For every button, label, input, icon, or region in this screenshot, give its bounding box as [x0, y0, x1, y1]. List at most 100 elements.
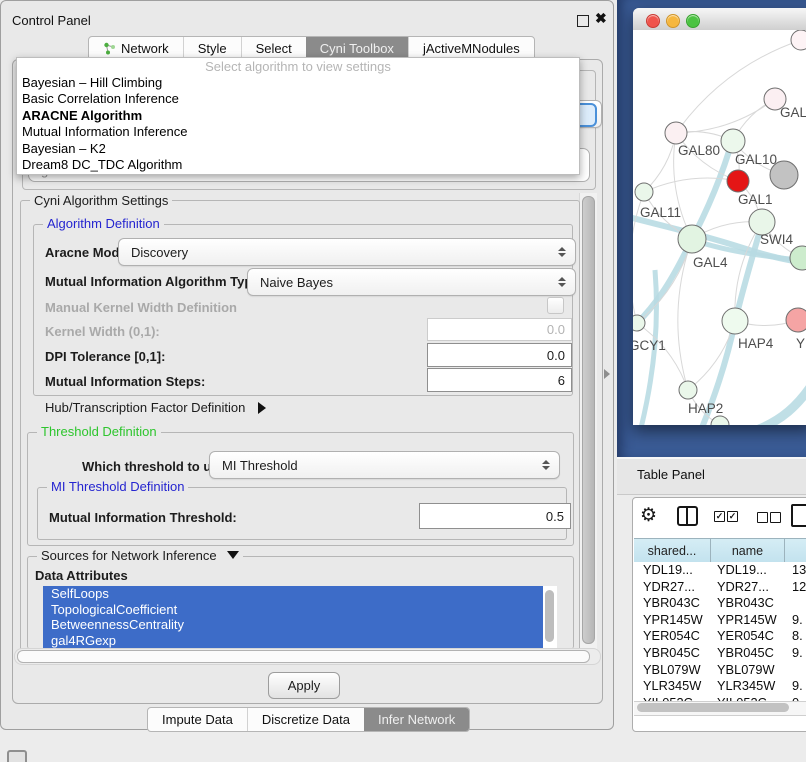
network-node-left-green[interactable]: [633, 315, 645, 331]
network-node-right-green[interactable]: [790, 246, 806, 270]
splitpane-grip-icon[interactable]: [604, 369, 610, 379]
network-node-red-node[interactable]: [727, 170, 749, 192]
mi-algorithm-combo[interactable]: Naive Bayes: [247, 268, 576, 296]
table-row[interactable]: YPR145WYPR145W9.: [634, 612, 806, 629]
tab-impute-data[interactable]: Impute Data: [148, 708, 247, 731]
node-label: HAP2: [688, 401, 723, 416]
attribute-list-item[interactable]: BetweennessCentrality: [43, 617, 543, 633]
tab-discretize-data[interactable]: Discretize Data: [247, 708, 364, 731]
table-row[interactable]: YBL079WYBL079W: [634, 662, 806, 679]
network-node-hap4[interactable]: [722, 308, 748, 334]
network-node-bottom-green[interactable]: [711, 416, 729, 425]
unchecked-checkbox-icon[interactable]: [757, 512, 768, 523]
aracne-mode-combo[interactable]: Discovery: [118, 238, 576, 266]
attribute-list-item[interactable]: SelfLoops: [43, 586, 543, 602]
algorithm-option[interactable]: Dream8 DC_TDC Algorithm: [17, 157, 579, 173]
network-node-gal4[interactable]: [678, 225, 706, 253]
table-cell: 9.: [785, 612, 806, 629]
collapse-arrow-icon[interactable]: [227, 551, 239, 559]
network-svg: GALGAL80GAL10GAL1GAL11SWI4GAL4GCY1HAP4YH…: [633, 30, 806, 425]
columns-icon[interactable]: [677, 506, 698, 526]
network-edge[interactable]: [676, 99, 775, 133]
algorithm-definition-title: Algorithm Definition: [43, 217, 164, 231]
screen: Control Panel ✖ NetworkStyleSelectCyni T…: [0, 0, 806, 762]
network-edge[interactable]: [644, 178, 738, 192]
table-cell: YER054C: [634, 628, 711, 645]
table-cell: [785, 595, 806, 612]
mi-threshold-field[interactable]: 0.5: [419, 503, 571, 529]
network-node-hap2[interactable]: [679, 381, 697, 399]
settings-vscrollbar-thumb[interactable]: [582, 196, 595, 644]
dpi-tolerance-field[interactable]: 0.0: [427, 343, 572, 367]
table-hscrollbar-thumb[interactable]: [637, 703, 789, 712]
tab-infer-network[interactable]: Infer Network: [364, 708, 469, 731]
mi-steps-field[interactable]: 6: [427, 368, 572, 392]
sources-toggle[interactable]: Sources for Network Inference: [37, 549, 243, 563]
column-header[interactable]: [785, 539, 806, 563]
dpi-tolerance-label: DPI Tolerance [0,1]:: [45, 349, 165, 364]
checked-checkbox-icon[interactable]: ✓: [727, 511, 738, 522]
network-canvas[interactable]: GALGAL80GAL10GAL1GAL11SWI4GAL4GCY1HAP4YH…: [633, 30, 806, 425]
expand-arrow-icon[interactable]: [258, 402, 266, 414]
network-edge-highlighted[interactable]: [751, 380, 806, 425]
table-cell: YBR043C: [711, 595, 785, 612]
node-label: Y: [796, 336, 805, 351]
network-node-gal80[interactable]: [665, 122, 687, 144]
which-threshold-label: Which threshold to use:: [82, 459, 230, 474]
gear-icon[interactable]: ⚙: [640, 504, 657, 527]
close-traffic-light-icon[interactable]: [646, 14, 660, 28]
minimized-panel-icon[interactable]: [7, 750, 27, 762]
algorithm-option[interactable]: Basic Correlation Inference: [17, 91, 579, 107]
export-table-icon[interactable]: [791, 504, 806, 527]
which-threshold-combo[interactable]: MI Threshold: [209, 451, 560, 479]
node-label: HAP4: [738, 336, 774, 351]
network-node-salmon-node[interactable]: [786, 308, 806, 332]
table-cell: YDR27...: [711, 579, 785, 596]
column-header[interactable]: shared...: [634, 539, 711, 563]
bottom-tab-bar: Impute DataDiscretize DataInfer Network: [147, 707, 470, 732]
checked-checkbox-icon[interactable]: ✓: [714, 511, 725, 522]
settings-hscrollbar-thumb[interactable]: [17, 650, 590, 663]
tab-label: Network: [121, 41, 169, 56]
network-node-top-outline[interactable]: [791, 30, 806, 50]
kernel-width-label: Kernel Width (0,1):: [45, 324, 160, 339]
apply-button[interactable]: Apply: [268, 672, 340, 699]
table-row[interactable]: YDR27...YDR27...12: [634, 579, 806, 596]
manual-kernel-checkbox[interactable]: [547, 297, 564, 314]
hub-section-toggle[interactable]: Hub/Transcription Factor Definition: [45, 400, 266, 415]
algorithm-option[interactable]: ARACNE Algorithm: [17, 108, 579, 124]
hub-section-label: Hub/Transcription Factor Definition: [45, 400, 245, 415]
table-row[interactable]: YBR045CYBR045C9.: [634, 645, 806, 662]
table-row[interactable]: YLR345WYLR345W9.: [634, 678, 806, 695]
algorithm-option[interactable]: Bayesian – Hill Climbing: [17, 75, 579, 91]
table-row[interactable]: YDL19...YDL19...13: [634, 562, 806, 579]
algorithm-dropdown-popup: Select algorithm to view settings Bayesi…: [16, 57, 580, 175]
data-attributes-label: Data Attributes: [35, 568, 128, 583]
close-icon[interactable]: ✖: [595, 10, 607, 27]
network-node-gal10[interactable]: [721, 129, 745, 153]
minimize-traffic-light-icon[interactable]: [666, 14, 680, 28]
table-cell: YLR345W: [711, 678, 785, 695]
network-window-titlebar[interactable]: [633, 8, 806, 31]
node-label: GAL: [780, 105, 806, 120]
data-attributes-list: SelfLoopsTopologicalCoefficientBetweenne…: [43, 586, 557, 648]
algorithm-option[interactable]: Mutual Information Inference: [17, 124, 579, 140]
float-window-icon[interactable]: [577, 15, 589, 27]
attribute-list-item[interactable]: gal4RGexp: [43, 633, 543, 649]
node-label: GAL80: [678, 143, 720, 158]
column-header[interactable]: name: [711, 539, 785, 563]
combo-arrows-icon: [558, 247, 566, 257]
algorithm-option[interactable]: Bayesian – K2: [17, 141, 579, 157]
attribute-list-scrollbar-thumb[interactable]: [545, 590, 554, 642]
table-row[interactable]: YER054CYER054C8.: [634, 628, 806, 645]
which-threshold-value: MI Threshold: [222, 458, 298, 473]
table-row[interactable]: YBR043CYBR043C: [634, 595, 806, 612]
zoom-traffic-light-icon[interactable]: [686, 14, 700, 28]
tab-label: jActiveMNodules: [423, 41, 520, 56]
aracne-mode-value: Discovery: [131, 245, 188, 260]
table-cell: YDL19...: [711, 562, 785, 579]
kernel-width-field[interactable]: 0.0: [427, 318, 572, 341]
unchecked-checkbox-icon[interactable]: [770, 512, 781, 523]
attribute-list-item[interactable]: TopologicalCoefficient: [43, 602, 543, 618]
network-node-gal11[interactable]: [635, 183, 653, 201]
